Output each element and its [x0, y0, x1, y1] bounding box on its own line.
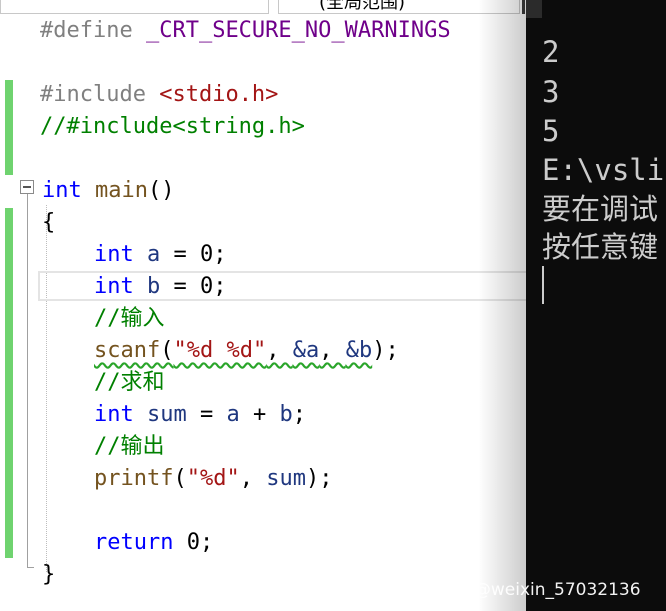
console-output-line-2: 3 — [542, 75, 560, 109]
change-bar-2 — [5, 208, 13, 558]
code-line-14[interactable]: //输出 — [94, 431, 165, 463]
paren-open: ( — [173, 466, 187, 491]
code-line-10[interactable]: //输入 — [94, 303, 165, 335]
arg-sum: sum — [266, 466, 306, 491]
console-shadow — [478, 0, 526, 611]
operand-b: b — [279, 402, 293, 427]
arg-address-b: &b — [345, 338, 373, 363]
assign-a: = 0; — [160, 242, 227, 267]
main-function-name: main — [95, 178, 148, 203]
change-bar-1 — [5, 80, 13, 175]
semicolon: ; — [292, 402, 306, 427]
csdn-watermark: CSDN @weixin_57032136 — [420, 580, 641, 600]
paren-close: ); — [372, 338, 399, 363]
type-int: int — [94, 242, 134, 267]
comment-output: //输出 — [94, 434, 165, 459]
operand-a: a — [226, 402, 240, 427]
comma: , — [319, 338, 346, 363]
file-scope-dropdown[interactable] — [0, 0, 269, 14]
main-parens: () — [147, 178, 175, 203]
indent-guide — [46, 205, 47, 572]
fold-guide-line — [27, 194, 28, 568]
code-line-4[interactable]: //#include<string.h> — [40, 111, 305, 143]
type-int: int — [94, 402, 134, 427]
code-line-9[interactable]: int b = 0; — [94, 271, 226, 303]
code-line-13[interactable]: int sum = a + b; — [94, 399, 306, 431]
commented-include: //#include<string.h> — [40, 114, 305, 139]
close-brace: } — [42, 562, 56, 587]
var-a: a — [147, 242, 161, 267]
return-keyword: return — [94, 530, 174, 555]
code-line-17[interactable]: return 0; — [94, 527, 213, 559]
paren-close: ); — [305, 466, 333, 491]
console-cursor — [542, 266, 544, 304]
code-line-7[interactable]: { — [42, 207, 55, 239]
var-b: b — [147, 274, 161, 299]
console-output-line-3: 5 — [542, 114, 560, 148]
code-line-1[interactable]: #define _CRT_SECURE_NO_WARNINGS — [40, 15, 451, 47]
paren-open: ( — [160, 338, 174, 363]
macro-name: _CRT_SECURE_NO_WARNINGS — [145, 18, 451, 43]
console-debug-message: 要在调试 — [542, 192, 659, 226]
printf-call: printf — [94, 466, 174, 491]
scanf-call: scanf — [94, 338, 161, 363]
code-line-18[interactable]: } — [42, 559, 55, 591]
assign-op: = — [186, 402, 227, 427]
comment-sum: //求和 — [94, 370, 165, 395]
code-line-12[interactable]: //求和 — [94, 367, 165, 399]
type-int: int — [94, 274, 134, 299]
console-output-path: E:\vsli — [542, 153, 665, 187]
define-directive: #define — [40, 18, 133, 43]
arg-address-a: &a — [292, 338, 320, 363]
console-window[interactable]: 2 3 5 E:\vsli 要在调试 按任意键 — [526, 0, 666, 611]
return-value: 0; — [173, 530, 214, 555]
comment-input: //输入 — [94, 306, 165, 331]
format-string: "%d" — [186, 466, 240, 491]
collapse-icon[interactable] — [20, 180, 34, 194]
console-output-line-1: 2 — [542, 35, 560, 69]
code-line-6[interactable]: int main() — [42, 175, 174, 207]
editor-tab-strip: (全局范围) — [0, 0, 526, 14]
code-line-15[interactable]: printf("%d", sum); — [94, 463, 332, 495]
plus-op: + — [239, 402, 280, 427]
include-header: <stdio.h> — [159, 82, 279, 107]
comma: , — [239, 466, 267, 491]
console-press-any-key: 按任意键 — [542, 230, 659, 264]
main-return-type: int — [42, 178, 82, 203]
comma: , — [266, 338, 293, 363]
code-line-8[interactable]: int a = 0; — [94, 239, 226, 271]
fold-guide-end — [27, 567, 34, 568]
include-directive: #include — [40, 82, 146, 107]
var-sum: sum — [147, 402, 187, 427]
global-scope-label: (全局范围) — [319, 0, 406, 13]
format-string: "%d %d" — [173, 338, 267, 363]
code-editor[interactable]: (全局范围) #define _CRT_SECURE_NO_WARNINGS #… — [0, 0, 526, 611]
scanf-warning-squiggle[interactable]: scanf("%d %d", &a, &b — [94, 338, 372, 363]
assign-b: = 0; — [160, 274, 227, 299]
console-titlebar-edge — [526, 0, 542, 18]
code-line-3[interactable]: #include <stdio.h> — [40, 79, 278, 111]
open-brace: { — [42, 210, 56, 235]
code-line-11[interactable]: scanf("%d %d", &a, &b); — [94, 335, 399, 367]
